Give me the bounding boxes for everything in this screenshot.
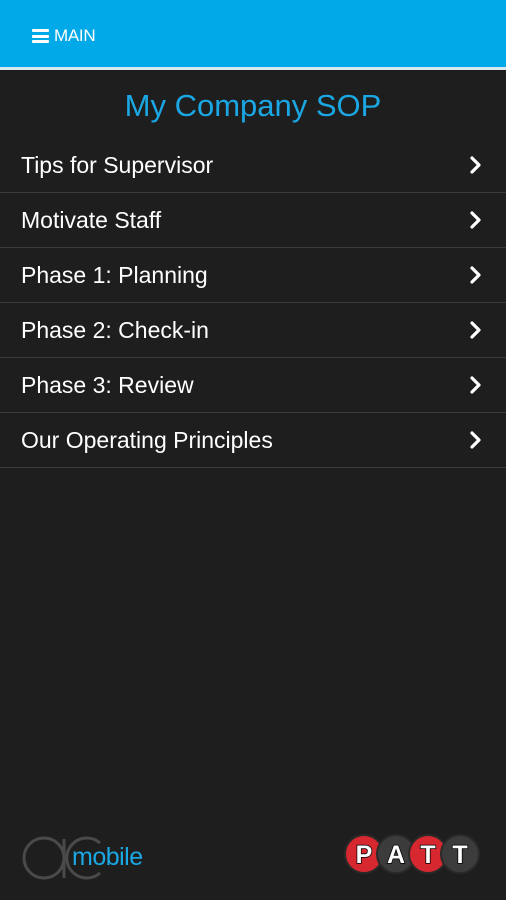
menu-item-our-operating-principles[interactable]: Our Operating Principles — [0, 413, 506, 468]
chevron-right-icon — [470, 156, 481, 174]
chevron-right-icon — [470, 211, 481, 229]
menu-item-phase-1-planning[interactable]: Phase 1: Planning — [0, 248, 506, 303]
menu-item-label: Motivate Staff — [21, 207, 162, 233]
chevron-right-icon — [470, 266, 481, 284]
chevron-right-icon — [470, 431, 481, 449]
menu-item-phase-2-check-in[interactable]: Phase 2: Check-in — [0, 303, 506, 358]
patt-logo: P A T T — [344, 834, 480, 874]
mobile-brand-text: mobile — [72, 843, 143, 871]
main-menu-label: MAIN — [54, 26, 96, 45]
top-app-bar: MAIN — [0, 0, 506, 70]
chevron-right-icon — [470, 376, 481, 394]
page-title: My Company SOP — [124, 88, 382, 123]
patt-letter-p: P — [356, 841, 373, 869]
menu-item-label: Tips for Supervisor — [21, 152, 214, 178]
menu-item-label: Phase 2: Check-in — [21, 317, 209, 343]
menu-item-label: Phase 3: Review — [21, 372, 194, 398]
menu-item-tips-for-supervisor[interactable]: Tips for Supervisor — [0, 138, 506, 193]
menu-item-phase-3-review[interactable]: Phase 3: Review — [0, 358, 506, 413]
patt-letter-t1: T — [420, 841, 435, 869]
sop-menu-list: Tips for Supervisor Motivate Staff Phase… — [0, 138, 506, 468]
menu-item-label: Phase 1: Planning — [21, 262, 208, 288]
patt-letter-a: A — [387, 841, 405, 869]
chevron-right-icon — [470, 321, 481, 339]
menu-item-motivate-staff[interactable]: Motivate Staff — [0, 193, 506, 248]
patt-letter-t2: T — [452, 841, 467, 869]
hamburger-icon — [32, 29, 49, 43]
main-menu-button[interactable]: MAIN — [32, 24, 96, 48]
menu-item-label: Our Operating Principles — [21, 427, 273, 453]
